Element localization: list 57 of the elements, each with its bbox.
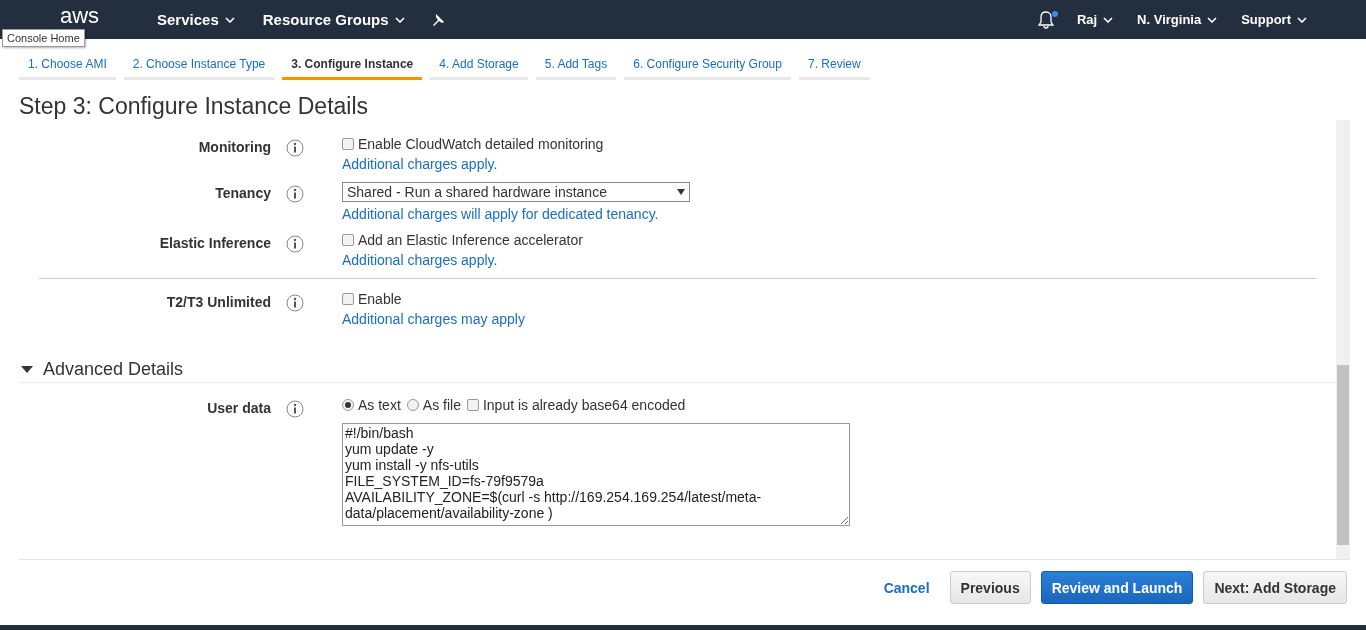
page-title: Step 3: Configure Instance Details	[18, 92, 370, 120]
checkbox-option[interactable]: Add an Elastic Inference accelerator	[342, 232, 583, 248]
tenancy-select[interactable]: Shared - Run a shared hardware instance	[342, 182, 690, 202]
step-tab[interactable]: 1. Choose AMI	[19, 50, 116, 80]
checkbox[interactable]	[342, 138, 354, 150]
dropdown-icon	[677, 189, 685, 195]
caret-icon	[1103, 16, 1114, 23]
tooltip: Console Home	[2, 29, 85, 47]
field-label: Tenancy	[214, 184, 271, 201]
info-icon[interactable]	[286, 294, 304, 312]
step-tab[interactable]: 2. Choose Instance Type	[123, 50, 275, 80]
caret-icon	[1297, 16, 1307, 23]
step-tab[interactable]: 3. Configure Instance	[282, 50, 423, 80]
info-icon[interactable]	[286, 185, 304, 203]
nav-menu[interactable]: Services	[157, 11, 235, 28]
radio[interactable]	[342, 399, 354, 411]
charges-link[interactable]: Additional charges will apply for dedicated tenancy.	[342, 206, 690, 222]
caret-icon	[394, 16, 405, 23]
info-icon[interactable]	[286, 235, 304, 253]
field-label: User data	[206, 399, 271, 416]
step-tab[interactable]: 6. Configure Security Group	[624, 50, 791, 80]
charges-link[interactable]: Additional charges apply.	[342, 252, 583, 268]
checkbox[interactable]	[342, 234, 354, 246]
field-label: Monitoring	[197, 138, 271, 155]
scrollbar[interactable]	[1336, 120, 1350, 559]
nav-menu[interactable]: Resource Groups	[262, 11, 405, 28]
field-label: T2/T3 Unlimited	[165, 293, 271, 310]
section-title: Advanced Details	[43, 359, 184, 380]
step-tab[interactable]: 5. Add Tags	[535, 50, 617, 80]
info-icon[interactable]	[286, 400, 304, 418]
bell-icon[interactable]	[1036, 9, 1059, 30]
charges-link[interactable]: Additional charges apply.	[342, 156, 604, 172]
caret-icon	[224, 16, 235, 23]
checkbox-option[interactable]: Input is already base64 encoded	[466, 397, 686, 413]
review-launch-button[interactable]: Review and Launch	[1040, 571, 1194, 604]
step-tab[interactable]: 4. Add Storage	[430, 50, 528, 80]
previous-button[interactable]: Previous	[949, 571, 1031, 604]
nav-menu[interactable]: Raj	[1076, 12, 1114, 27]
next-button[interactable]: Next: Add Storage	[1203, 571, 1347, 604]
checkbox-option[interactable]: Enable CloudWatch detailed monitoring	[342, 136, 604, 152]
checkbox-option[interactable]: Enable	[342, 291, 525, 307]
step-tab[interactable]: 7. Review	[798, 50, 870, 80]
field-label: Elastic Inference	[158, 234, 271, 251]
radio[interactable]	[406, 399, 419, 411]
checkbox[interactable]	[342, 293, 354, 305]
radio-option[interactable]: As text	[342, 397, 401, 413]
user-data-field[interactable]: #!/bin/bash yum update -y yum install -y nfs-utils FILE_SYSTEM_ID=fs-79f9579a AVAILABILITY_ZONE=$(curl -s http://169.254.169.254/latest/meta- data/placement/availability-zone )	[342, 423, 850, 526]
checkbox[interactable]	[466, 399, 479, 411]
caret-icon	[1207, 16, 1218, 23]
cancel-link[interactable]: Cancel	[883, 579, 930, 596]
info-icon[interactable]	[286, 139, 304, 157]
charges-link[interactable]: Additional charges may apply	[342, 311, 525, 327]
aws-logo[interactable]: aws	[60, 4, 120, 27]
nav-menu[interactable]: N. Virginia	[1137, 12, 1218, 27]
nav-menu[interactable]: Support	[1241, 12, 1307, 27]
radio-option[interactable]: As file	[406, 397, 461, 413]
section-header[interactable]: Advanced Details	[19, 349, 1336, 383]
